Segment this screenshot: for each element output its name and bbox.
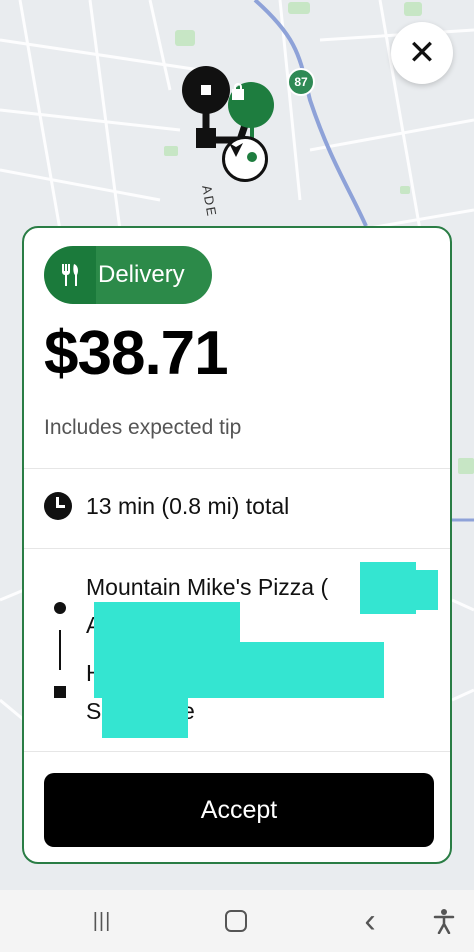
pickup-name: Mountain Mike's Pizza ( [86,574,329,600]
close-button[interactable]: ✕ [391,22,453,84]
trip-time-total: 13 min (0.8 mi) total [86,492,290,519]
offer-price: $38.71 [44,319,229,388]
square-icon [201,85,211,95]
trip-time-row: 13 min (0.8 mi) total [44,492,289,520]
driver-location-marker [222,136,268,182]
accessibility-icon [433,909,455,934]
delivery-badge: Delivery [44,246,212,304]
offer-card: Delivery $38.71 Includes expected tip 13… [22,226,452,864]
accessibility-button[interactable] [424,890,464,952]
divider [24,751,450,752]
recents-button[interactable]: ||| [82,890,122,952]
highway-shield: 87 [287,68,315,96]
divider [24,468,450,469]
home-icon [225,910,247,932]
close-icon: ✕ [407,34,437,72]
back-button[interactable]: ‹ [350,890,390,952]
redaction-block [360,562,416,614]
dropoff-address-start: S [86,698,102,724]
back-icon: ‹ [364,902,376,940]
home-button[interactable] [216,890,256,952]
divider [24,548,450,549]
redaction-block [94,642,384,698]
pickup-dot [245,150,259,164]
pickup-marker[interactable] [228,82,274,128]
redaction-block [94,602,240,644]
redaction-block [102,694,188,738]
tip-note: Includes expected tip [44,416,242,439]
dropoff-marker[interactable] [182,66,230,114]
navigation-arrow-icon [229,143,243,157]
recents-icon: ||| [92,909,112,932]
accept-button[interactable]: Accept [44,773,434,847]
badge-icon-container [44,246,96,304]
shopping-bag-icon [232,83,244,100]
route-timeline [54,602,66,698]
system-nav-bar: ||| ‹ [0,890,474,952]
badge-label: Delivery [96,246,212,304]
redaction-block [414,570,438,610]
clock-icon [44,492,72,520]
fork-knife-icon [62,264,78,286]
